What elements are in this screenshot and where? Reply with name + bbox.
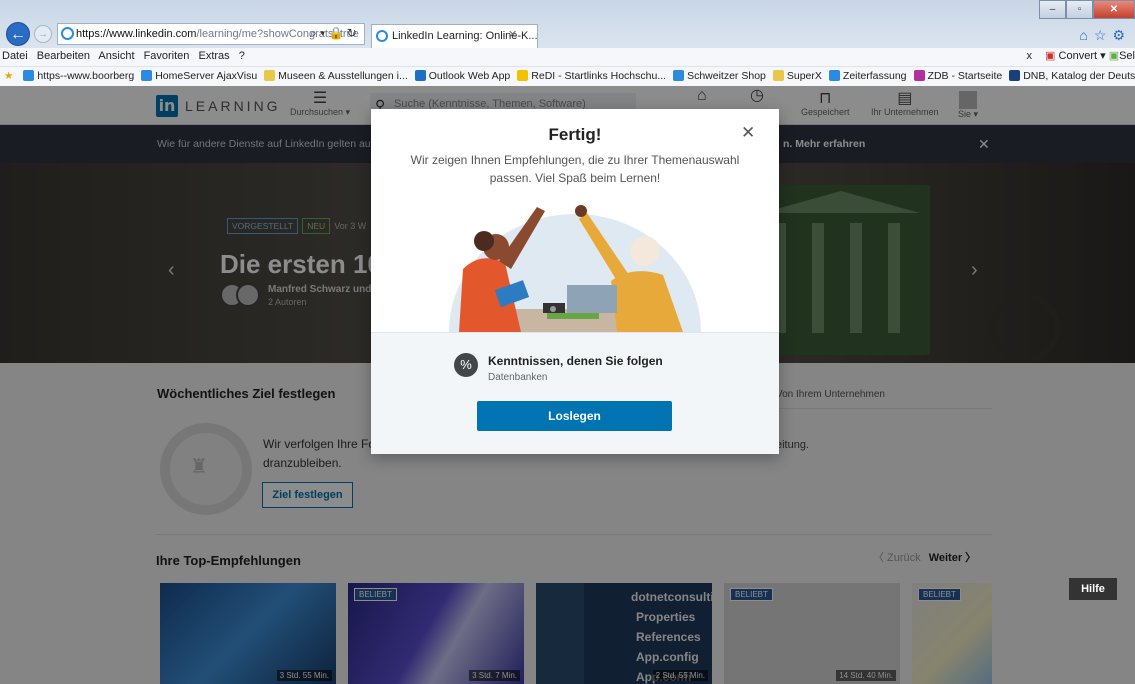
favorite-icon (772, 70, 784, 81)
modal-subtitle: Wir zeigen Ihnen Empfehlungen, die zu Ih… (410, 153, 740, 185)
favorite-label: ReDI - Startlinks Hochschu... (531, 70, 667, 82)
lock-icon[interactable]: 🔒 (328, 26, 343, 40)
followed-skills-value: Datenbanken (488, 372, 548, 383)
congrats-modal: Fertig! ✕ Wir zeigen Ihnen Empfehlungen,… (371, 109, 779, 454)
window-buttons: – ▫ ✕ (1039, 0, 1135, 20)
address-tools: ⌕ ▾ 🔒 ↻ (310, 23, 357, 45)
dropdown-icon[interactable]: ▾ (320, 26, 325, 40)
favorite-icon (828, 70, 840, 81)
favorite-icon (23, 70, 35, 81)
favorite-item[interactable]: Zeiterfassung (828, 67, 907, 86)
favorite-icon (673, 70, 685, 81)
favorites-bar: ★ https--www.boorberg HomeServer AjaxVisu… (0, 66, 1135, 86)
favorite-label: Outlook Web App (428, 70, 511, 82)
menu-bar: Datei Bearbeiten Ansicht Favoriten Extra… (0, 48, 1135, 66)
favorite-item[interactable]: Museen & Ausstellungen i... (264, 67, 408, 86)
convert-menu[interactable]: Convert (1059, 50, 1098, 62)
favorite-item[interactable]: DNB, Katalog der Deutsch... (1009, 67, 1135, 86)
favorite-icon (141, 70, 153, 81)
select-menu[interactable]: Sel (1119, 50, 1135, 62)
menu-datei[interactable]: Datei (2, 50, 28, 62)
favorite-icon (913, 70, 925, 81)
favorite-label: DNB, Katalog der Deutsch... (1023, 70, 1135, 82)
convert-icon: ▣ (1045, 50, 1056, 62)
skills-tag-icon: % (454, 353, 478, 377)
refresh-icon[interactable]: ↻ (347, 26, 357, 40)
favorite-icon (414, 70, 426, 81)
favorite-item[interactable]: https--www.boorberg (23, 67, 134, 86)
menu-favoriten[interactable]: Favoriten (144, 50, 190, 62)
favorite-icon (517, 70, 529, 81)
help-button[interactable]: Hilfe (1069, 578, 1117, 600)
ie-logo-icon (376, 30, 388, 42)
favorite-item[interactable]: Outlook Web App (414, 67, 511, 86)
modal-footer (371, 332, 779, 454)
home-icon[interactable]: ⌂ (1079, 27, 1093, 43)
select-icon: ▣ (1108, 50, 1120, 62)
favorite-item[interactable]: Schweitzer Shop (673, 67, 766, 86)
browser-tools: ⌂☆⚙ (1079, 27, 1131, 44)
favorite-label: HomeServer AjaxVisu (155, 70, 258, 82)
favorite-label: https--www.boorberg (37, 70, 135, 82)
favorite-label: Museen & Ausstellungen i... (278, 70, 408, 82)
browser-chrome: ← → https://www.linkedin.com/learning/me… (0, 0, 1135, 86)
menu-bearbeiten[interactable]: Bearbeiten (37, 50, 90, 62)
modal-title: Fertig! (548, 125, 602, 144)
search-icon[interactable]: ⌕ (310, 26, 317, 40)
favorite-label: ZDB - Startseite (927, 70, 1003, 82)
close-small-icon[interactable]: x (1026, 50, 1032, 62)
maximize-icon[interactable]: ▫ (1066, 0, 1093, 19)
favorite-icon (1009, 70, 1021, 81)
favorite-icon (264, 70, 276, 81)
gear-icon[interactable]: ⚙ (1112, 27, 1131, 43)
favorite-label: SuperX (786, 70, 822, 82)
tab-close-icon[interactable]: ✕ (508, 28, 517, 41)
favorite-item[interactable]: ReDI - Startlinks Hochschu... (517, 67, 666, 86)
forward-arrow-icon[interactable]: → (34, 25, 52, 43)
menu-help[interactable]: ? (239, 50, 245, 62)
menu-extras[interactable]: Extras (198, 50, 229, 62)
favorites-star-icon[interactable]: ★ (4, 67, 13, 86)
close-window-icon[interactable]: ✕ (1093, 0, 1135, 19)
followed-skills-title: Kenntnissen, denen Sie folgen (488, 354, 663, 368)
url-host: https://www.linkedin.com (76, 28, 197, 40)
menu-ansicht[interactable]: Ansicht (98, 50, 134, 62)
ie-logo-icon (61, 27, 74, 40)
favorite-label: Zeiterfassung (842, 70, 907, 82)
favorite-item[interactable]: ZDB - Startseite (913, 67, 1003, 86)
get-started-button[interactable]: Loslegen (477, 401, 672, 431)
favorite-item[interactable]: HomeServer AjaxVisu (141, 67, 257, 86)
menu-right: x ▣ Convert ▾ ▣Sel (1026, 50, 1135, 62)
favorite-item[interactable]: SuperX (772, 67, 822, 86)
close-icon[interactable]: ✕ (741, 123, 755, 143)
high-five-illustration (449, 205, 701, 332)
favorite-label: Schweitzer Shop (687, 70, 766, 82)
back-arrow-icon[interactable]: ← (6, 22, 30, 46)
favorites-star-icon[interactable]: ☆ (1094, 27, 1113, 43)
minimize-icon[interactable]: – (1039, 0, 1066, 19)
